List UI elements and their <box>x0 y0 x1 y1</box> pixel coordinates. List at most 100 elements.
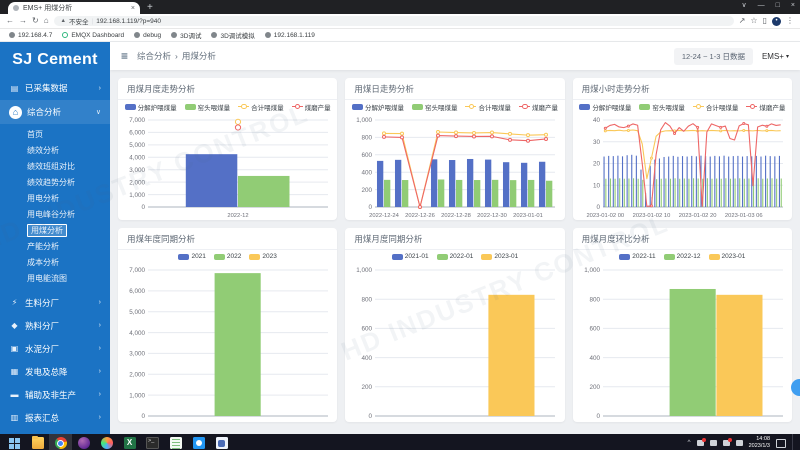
legend-item[interactable]: 2023-01 <box>481 253 518 260</box>
legend-bar-swatch <box>392 254 403 260</box>
sidebar-item-group[interactable]: ▥报表汇总› <box>0 406 110 429</box>
show-desktop-button[interactable] <box>792 434 796 450</box>
window-close-button[interactable]: × <box>791 2 795 9</box>
chart-canvas-wrap: 02004006008001,000 <box>573 263 792 422</box>
legend-item[interactable]: 2022-01 <box>437 253 474 260</box>
action-center-icon[interactable] <box>776 439 786 448</box>
sidebar-subitem[interactable]: 用煤分析 <box>0 222 110 238</box>
browser-tab[interactable]: EMS+ 用煤分析 × <box>8 2 140 14</box>
legend-item[interactable]: 煤磨产量 <box>519 102 558 112</box>
bookmark-item[interactable]: 192.168.1.119 <box>265 32 315 39</box>
sidebar-subitem[interactable]: 绩效分析 <box>0 142 110 158</box>
date-range-chip[interactable]: 12-24 ~ 1-3 日数据 <box>674 48 753 65</box>
new-tab-button[interactable]: + <box>147 3 153 13</box>
bookmark-star-icon[interactable]: ☆ <box>750 17 757 25</box>
taskbar-app-explorer[interactable] <box>26 434 49 450</box>
taskbar-app-excel[interactable] <box>118 434 141 450</box>
terminal-icon <box>146 437 159 449</box>
taskbar-app-colorful[interactable] <box>95 434 118 450</box>
taskbar-app-purple[interactable] <box>72 434 95 450</box>
side-panel-icon[interactable]: ▯ <box>763 17 767 25</box>
clock[interactable]: 14:08 2023/1/3 <box>749 436 770 450</box>
globe-icon <box>211 32 217 38</box>
taskbar-app-start[interactable] <box>3 434 26 450</box>
legend-item[interactable]: 2023-01 <box>709 253 746 260</box>
legend-line-swatch <box>746 104 757 110</box>
hamburger-icon[interactable]: ≡ <box>121 50 128 62</box>
svg-text:2023-01-03 06: 2023-01-03 06 <box>725 213 763 219</box>
bookmark-item[interactable]: 3D调试 <box>171 30 201 40</box>
window-minimize-button[interactable]: — <box>758 2 765 9</box>
sidebar-subitem[interactable]: 用电峰谷分析 <box>0 206 110 222</box>
ime-icon[interactable] <box>736 440 743 446</box>
legend-bar-swatch <box>579 104 590 110</box>
sidebar-subitem[interactable]: 绩效趋势分析 <box>0 174 110 190</box>
legend-item[interactable]: 合计喂煤量 <box>693 102 739 112</box>
legend-item[interactable]: 窑头喂煤量 <box>185 102 231 112</box>
sidebar-subitem[interactable]: 绩效班组对比 <box>0 158 110 174</box>
profile-avatar[interactable]: • <box>772 17 781 26</box>
reload-icon[interactable]: ↻ <box>32 17 39 25</box>
sidebar-item-group[interactable]: ▦发电及总降› <box>0 360 110 383</box>
legend-item[interactable]: 合计喂煤量 <box>465 102 511 112</box>
legend-item[interactable]: 2022-12 <box>664 253 701 260</box>
legend-item[interactable]: 2022-11 <box>619 253 655 260</box>
breadcrumb-parent[interactable]: 综合分析 <box>137 50 171 62</box>
svg-text:2,000: 2,000 <box>129 179 145 186</box>
taskbar-app-terminal[interactable] <box>141 434 164 450</box>
notification-icon[interactable] <box>697 440 704 446</box>
address-bar[interactable]: ▲ 不安全 | 192.168.1.119/?p=940 <box>54 16 734 26</box>
taskbar-app-chrome[interactable] <box>49 434 72 450</box>
sidebar-item-analysis[interactable]: ⌂ 综合分析 ∨ <box>0 100 110 124</box>
taskbar-app-notepad[interactable] <box>164 434 187 450</box>
legend-item[interactable]: 煤磨产量 <box>292 102 331 112</box>
sidebar-subitem[interactable]: 产能分析 <box>0 238 110 254</box>
legend-item[interactable]: 2023 <box>249 253 276 260</box>
svg-text:4,000: 4,000 <box>129 154 145 161</box>
back-icon[interactable]: ← <box>6 17 14 25</box>
tab-search-icon[interactable]: ∨ <box>742 2 747 9</box>
taskbar-app-photos[interactable] <box>187 434 210 450</box>
bookmark-item[interactable]: debug <box>134 32 161 39</box>
bookmark-item[interactable]: 192.168.4.7 <box>9 32 52 39</box>
sidebar-subitem[interactable]: 成本分析 <box>0 254 110 270</box>
sidebar-item-group[interactable]: ▣水泥分厂› <box>0 337 110 360</box>
legend-item[interactable]: 窑头喂煤量 <box>639 102 685 112</box>
svg-text:1,000: 1,000 <box>357 117 373 124</box>
tab-close-icon[interactable]: × <box>131 5 135 12</box>
legend-bar-swatch <box>481 254 492 260</box>
sidebar-item-group[interactable]: ▬辅助及非生产› <box>0 383 110 406</box>
share-icon[interactable]: ↗ <box>739 17 746 25</box>
legend-item[interactable]: 2021 <box>178 253 205 260</box>
profile-dropdown[interactable]: EMS+ ▾ <box>762 52 789 61</box>
legend-item[interactable]: 分解炉喂煤量 <box>352 102 404 112</box>
menu-kebab-icon[interactable]: ⋮ <box>786 17 794 25</box>
sidebar-subitem[interactable]: 用电能流图 <box>0 270 110 286</box>
home-icon[interactable]: ⌂ <box>44 17 49 25</box>
legend-item[interactable]: 2022 <box>214 253 241 260</box>
bookmark-item[interactable]: 3D调试模拟 <box>211 30 254 40</box>
sidebar-item-label: 水泥分厂 <box>25 343 59 355</box>
window-maximize-button[interactable]: □ <box>776 2 780 9</box>
forward-icon[interactable]: → <box>19 17 27 25</box>
legend-item[interactable]: 煤磨产量 <box>746 102 785 112</box>
sidebar-subitem[interactable]: 首页 <box>0 126 110 142</box>
legend-item[interactable]: 窑头喂煤量 <box>412 102 458 112</box>
sidebar-subitem[interactable]: 用电分析 <box>0 190 110 206</box>
display-icon[interactable] <box>710 440 717 446</box>
legend-item[interactable]: 分解炉喂煤量 <box>125 102 177 112</box>
svg-text:2022-12: 2022-12 <box>227 213 248 219</box>
legend-item[interactable]: 分解炉喂煤量 <box>579 102 631 112</box>
sidebar-item-group[interactable]: ◆熟料分厂› <box>0 314 110 337</box>
taskbar-app-teams[interactable] <box>210 434 233 450</box>
sidebar-item-group[interactable]: ⚡生料分厂› <box>0 291 110 314</box>
legend-item[interactable]: 合计喂煤量 <box>238 102 284 112</box>
legend-bar-swatch <box>185 104 196 110</box>
tray-expand-icon[interactable]: ^ <box>688 440 691 447</box>
sidebar-item-collected-data[interactable]: ▤ 已采集数据 › <box>0 76 110 100</box>
volume-icon[interactable] <box>723 440 730 446</box>
sidebar-subitem-label: 用电能流图 <box>27 273 67 284</box>
bookmark-item[interactable]: EMQX Dashboard <box>62 32 124 39</box>
legend-item[interactable]: 2021-01 <box>392 253 429 260</box>
chart-legend: 2022-11 2022-12 2023-01 <box>573 250 792 263</box>
